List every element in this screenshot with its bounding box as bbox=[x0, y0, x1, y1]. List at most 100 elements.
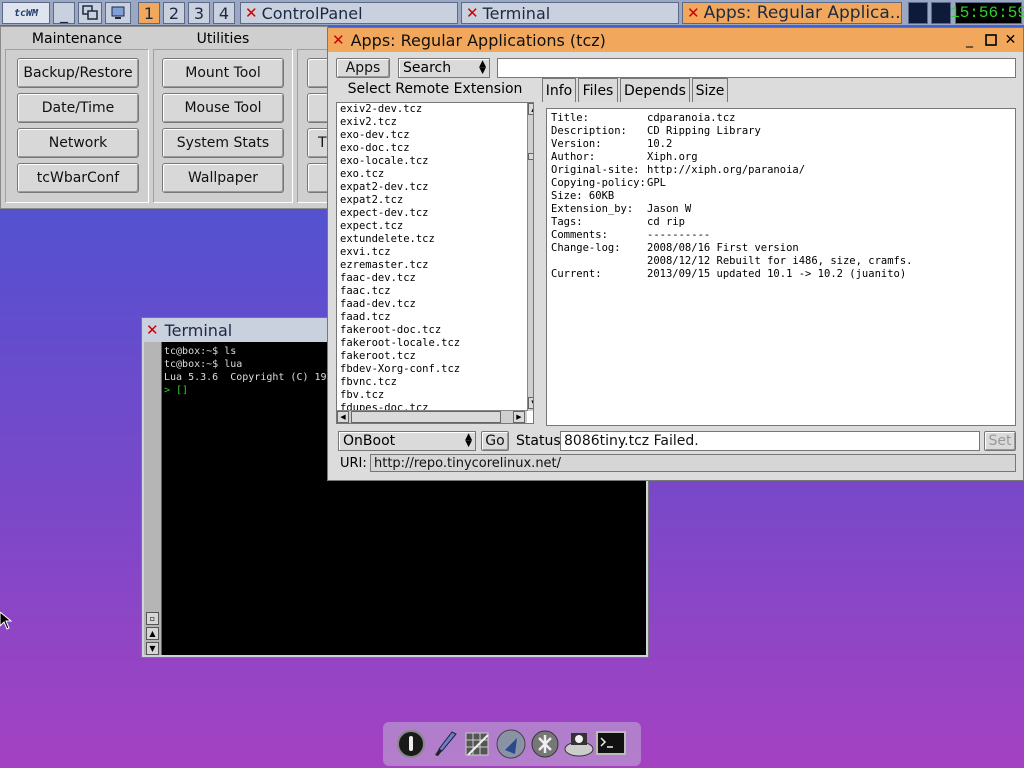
minimize-all-icon[interactable]: _ bbox=[53, 2, 75, 24]
list-item[interactable]: ezremaster.tcz bbox=[337, 259, 533, 272]
drive-icon[interactable] bbox=[563, 728, 595, 760]
scroll-up-icon[interactable]: ▲ bbox=[146, 627, 159, 640]
minimize-icon[interactable]: _ bbox=[962, 32, 977, 48]
wallpaper-button[interactable]: Wallpaper bbox=[162, 163, 284, 193]
list-item[interactable]: fakeroot.tcz bbox=[337, 350, 533, 363]
list-item[interactable]: expect-dev.tcz bbox=[337, 207, 533, 220]
scroll-down-icon[interactable]: ▼ bbox=[146, 642, 159, 655]
info-row: Title: cdparanoia.tcz bbox=[551, 112, 1011, 125]
terminal-scrollbar[interactable]: ▫ ▲ ▼ bbox=[144, 342, 162, 655]
tab-size[interactable]: Size bbox=[692, 78, 728, 102]
info-key: Comments: bbox=[551, 229, 608, 241]
scroll-thumb[interactable] bbox=[351, 411, 501, 423]
wm-logo[interactable]: tcWM bbox=[2, 2, 50, 24]
apps-menu-button[interactable]: Apps bbox=[336, 58, 390, 78]
info-row: Description: CD Ripping Library bbox=[551, 125, 1011, 138]
scroll-left-icon[interactable]: ◀ bbox=[337, 411, 349, 423]
workspace-4[interactable]: 4 bbox=[213, 2, 235, 24]
list-item[interactable]: expat2.tcz bbox=[337, 194, 533, 207]
info-key: Version: bbox=[551, 138, 602, 150]
scroll-thumb[interactable] bbox=[528, 153, 533, 160]
list-item[interactable]: extundelete.tcz bbox=[337, 233, 533, 246]
terminal-icon[interactable] bbox=[595, 728, 627, 760]
window-list-icon[interactable] bbox=[78, 2, 102, 24]
list-item[interactable]: exo-dev.tcz bbox=[337, 129, 533, 142]
extension-horizontal-scrollbar[interactable]: ◀ ▶ bbox=[337, 410, 527, 423]
search-mode-value: Search bbox=[403, 60, 452, 76]
scroll-right-icon[interactable]: ▶ bbox=[513, 411, 525, 423]
list-item[interactable]: exiv2.tcz bbox=[337, 116, 533, 129]
uri-field[interactable]: http://repo.tinycorelinux.net/ bbox=[370, 454, 1016, 472]
list-item[interactable]: exo.tcz bbox=[337, 168, 533, 181]
power-icon[interactable] bbox=[395, 728, 427, 760]
tcwbarconf-button[interactable]: tcWbarConf bbox=[17, 163, 139, 193]
list-item[interactable]: faac.tcz bbox=[337, 285, 533, 298]
info-value: 2008/12/12 Rebuilt for i486, size, cramf… bbox=[647, 255, 913, 267]
go-button[interactable]: Go bbox=[481, 431, 509, 451]
search-mode-select[interactable]: Search ▲ ▼ bbox=[398, 58, 490, 78]
uri-label: URI: bbox=[340, 456, 367, 471]
scroll-down-icon[interactable]: ▼ bbox=[528, 397, 533, 409]
install-mode-select[interactable]: OnBoot ▲ ▼ bbox=[338, 431, 476, 451]
list-item[interactable]: fbvnc.tcz bbox=[337, 376, 533, 389]
maximize-icon[interactable] bbox=[983, 32, 998, 47]
list-item[interactable]: exo-doc.tcz bbox=[337, 142, 533, 155]
extension-list[interactable]: exiv2-dev.tcz exiv2.tcz exo-dev.tcz exo-… bbox=[336, 102, 534, 424]
date-time-button[interactable]: Date/Time bbox=[17, 93, 139, 123]
task-terminal[interactable]: ✕ Terminal bbox=[461, 2, 679, 24]
run-icon[interactable] bbox=[529, 728, 561, 760]
tab-files[interactable]: Files bbox=[578, 78, 618, 102]
mouse-pointer-icon bbox=[0, 611, 13, 634]
apps-titlebar[interactable]: ✕ Apps: Regular Applications (tcz) bbox=[328, 28, 1023, 52]
info-value: ---------- bbox=[647, 229, 711, 241]
workspace-2[interactable]: 2 bbox=[163, 2, 185, 24]
list-item[interactable]: expect.tcz bbox=[337, 220, 533, 233]
task-apps[interactable]: ✕ Apps: Regular Applica... bbox=[682, 2, 902, 24]
scroll-grip-icon[interactable]: ▫ bbox=[146, 612, 159, 625]
mouse-tool-button[interactable]: Mouse Tool bbox=[162, 93, 284, 123]
install-mode-value: OnBoot bbox=[343, 433, 396, 449]
globe-icon[interactable] bbox=[495, 728, 527, 760]
info-panel[interactable]: Title: cdparanoia.tcz Description: CD Ripp… bbox=[546, 108, 1016, 426]
set-button[interactable]: Set bbox=[984, 431, 1016, 451]
info-key: Title: bbox=[551, 112, 589, 124]
info-key: Author: bbox=[551, 151, 596, 163]
list-item[interactable]: expat2-dev.tcz bbox=[337, 181, 533, 194]
tab-depends[interactable]: Depends bbox=[620, 78, 690, 102]
list-item[interactable]: faad.tcz bbox=[337, 311, 533, 324]
info-row: Size: 60KB bbox=[551, 190, 1011, 203]
search-input[interactable] bbox=[497, 58, 1016, 78]
list-item[interactable]: fakeroot-doc.tcz bbox=[337, 324, 533, 337]
list-item[interactable]: fbv.tcz bbox=[337, 389, 533, 402]
show-desktop-icon[interactable] bbox=[105, 2, 131, 24]
task-label: Terminal bbox=[482, 3, 551, 23]
info-value: GPL bbox=[647, 177, 666, 189]
backup-restore-button[interactable]: Backup/Restore bbox=[17, 58, 139, 88]
top-taskbar: tcWM _ 1 2 3 4 ✕ ControlPanel ✕ Terminal… bbox=[0, 0, 1024, 26]
extension-vertical-scrollbar[interactable]: ▲ ▼ bbox=[527, 103, 533, 411]
list-item[interactable]: exiv2-dev.tcz bbox=[337, 103, 533, 116]
network-button[interactable]: Network bbox=[17, 128, 139, 158]
paint-brush-icon[interactable] bbox=[429, 728, 461, 760]
mount-tool-button[interactable]: Mount Tool bbox=[162, 58, 284, 88]
list-item[interactable]: faac-dev.tcz bbox=[337, 272, 533, 285]
scroll-up-icon[interactable]: ▲ bbox=[528, 103, 533, 115]
workspace-1[interactable]: 1 bbox=[138, 2, 160, 24]
info-key: Extension_by: bbox=[551, 203, 634, 215]
workspace-3[interactable]: 3 bbox=[188, 2, 210, 24]
list-item[interactable]: faad-dev.tcz bbox=[337, 298, 533, 311]
info-value: 10.2 bbox=[647, 138, 673, 150]
info-key: Description: bbox=[551, 125, 627, 137]
tray-cpu-meter bbox=[908, 2, 928, 24]
info-key: Original-site: bbox=[551, 164, 640, 176]
list-item[interactable]: fbdev-Xorg-conf.tcz bbox=[337, 363, 533, 376]
grid-app-icon[interactable] bbox=[461, 728, 493, 760]
list-item[interactable]: exo-locale.tcz bbox=[337, 155, 533, 168]
system-stats-button[interactable]: System Stats bbox=[162, 128, 284, 158]
list-item[interactable]: exvi.tcz bbox=[337, 246, 533, 259]
close-icon[interactable]: ✕ bbox=[1003, 32, 1018, 48]
task-controlpanel[interactable]: ✕ ControlPanel bbox=[240, 2, 458, 24]
window-title: Terminal bbox=[164, 320, 233, 340]
list-item[interactable]: fakeroot-locale.tcz bbox=[337, 337, 533, 350]
tab-info[interactable]: Info bbox=[542, 78, 576, 102]
